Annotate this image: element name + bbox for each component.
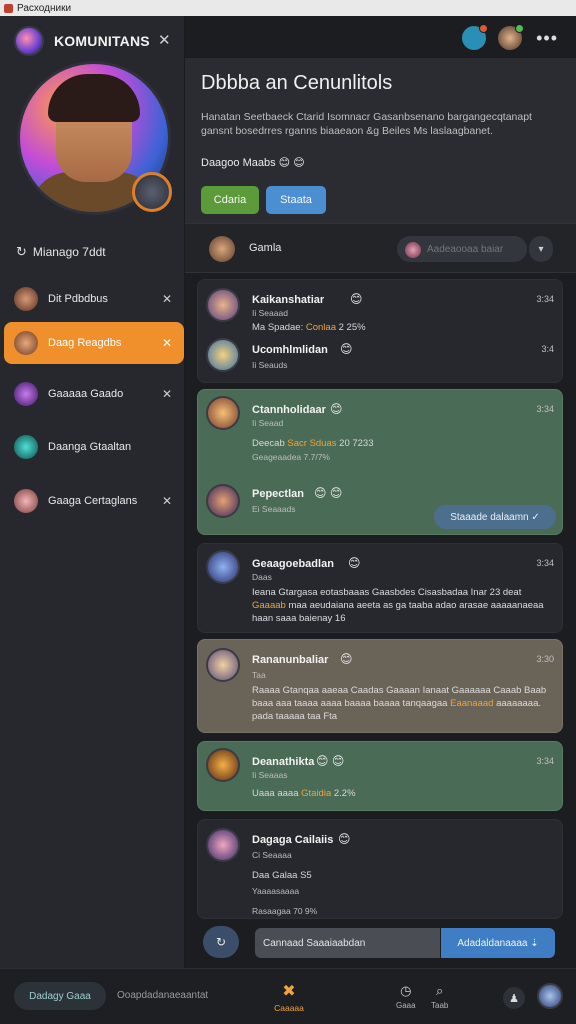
- emoji-icon: 😊: [330, 402, 343, 416]
- avatar: [14, 435, 38, 459]
- message-card: Deanathikta 😊 😊 3:34 Ii Seaaas Uaaa aaaa…: [197, 741, 563, 811]
- channel-avatar[interactable]: [209, 236, 235, 262]
- sidebar-item-5[interactable]: Gaaga Certaglans ✕: [4, 480, 184, 522]
- sidebar-header: KOMUNITANS ✕: [0, 24, 185, 56]
- window-title: Расходники: [17, 2, 72, 14]
- window-titlebar: Расходники: [0, 0, 576, 16]
- message-input[interactable]: [255, 928, 440, 958]
- tools-icon: ✖: [282, 983, 296, 1000]
- community-avatar[interactable]: [14, 26, 44, 56]
- community-status: Daagoo Maabs 😊 😊: [201, 157, 305, 169]
- sidebar: KOMUNITANS ✕ ↻ Mianago 7ddt Dit Pdbdbus …: [0, 16, 185, 968]
- search-avatar: [405, 242, 421, 258]
- emoji-icon: 😊: [340, 652, 353, 666]
- search-icon: ⌕: [436, 983, 444, 998]
- message-card: Ctannholidaar 😊 3:34 Ii Seaad Deecab Sac…: [197, 389, 563, 535]
- close-icon[interactable]: ✕: [158, 31, 171, 49]
- avatar: [14, 331, 38, 355]
- message-card: Rananunbaliar 😊 3:30 Taa Raaaa Gtanqaa a…: [197, 639, 563, 733]
- more-icon[interactable]: •••: [534, 28, 560, 49]
- emoji-icon: 😊: [340, 342, 353, 356]
- avatar: [14, 287, 38, 311]
- hero-badge-avatar[interactable]: [132, 172, 172, 212]
- message-feed: Kaikanshatiar 😊 3:34 Ii Seaaad Ma Spadae…: [185, 273, 576, 968]
- sidebar-title: KOMUNITANS: [54, 33, 150, 49]
- secondary-button[interactable]: Staata: [266, 186, 326, 214]
- home-tab[interactable]: ✖ Caaaaa: [267, 981, 311, 1013]
- community-header: Dbbba an Cenunlitols Hanatan Seetbaeck C…: [185, 58, 576, 223]
- tab-activity[interactable]: ◷ Gaaa: [396, 983, 416, 1010]
- check-icon: ✓: [531, 511, 540, 523]
- bottom-bar: Dadagy Gaaa Ooapdadanaeaantat ✖ Caaaaa ◷…: [0, 968, 576, 1024]
- profile-icon[interactable]: ♟: [503, 987, 525, 1009]
- close-icon[interactable]: ✕: [162, 292, 172, 306]
- bottom-pill-button[interactable]: Dadagy Gaaa: [14, 982, 106, 1010]
- tab-search[interactable]: ⌕ Taab: [431, 983, 448, 1010]
- emoji-icon: 😊: [338, 832, 351, 846]
- avatar[interactable]: [206, 338, 240, 372]
- channel-name: Gamla: [249, 242, 282, 254]
- top-actions: •••: [462, 24, 560, 50]
- sidebar-item-3[interactable]: Gaaaaa Gaado ✕: [4, 373, 184, 415]
- page-title: Dbbba an Cenunlitols: [201, 72, 393, 94]
- emoji-icon: 😊: [350, 292, 363, 306]
- sidebar-section-label: ↻ Mianago 7ddt: [16, 244, 106, 259]
- avatar[interactable]: [206, 550, 240, 584]
- message-card: Dagaga Cailaiis 😊 Ci Seaaaa Daa Galaa S5…: [197, 819, 563, 919]
- avatar[interactable]: [206, 288, 240, 322]
- emoji-icon: 😊: [348, 556, 361, 570]
- avatar: [14, 382, 38, 406]
- close-icon[interactable]: ✕: [162, 336, 172, 350]
- send-icon: ⇣: [530, 937, 539, 949]
- notification-icon[interactable]: [462, 24, 489, 50]
- primary-button[interactable]: Cdaria: [201, 186, 259, 214]
- emoji-icon: 😊 😊: [314, 486, 343, 500]
- user-avatar[interactable]: [498, 24, 525, 50]
- clock-icon: ◷: [400, 983, 412, 998]
- avatar[interactable]: [537, 983, 563, 1009]
- avatar[interactable]: [206, 748, 240, 782]
- sidebar-item-2[interactable]: Daag Reagdbs ✕: [4, 322, 184, 364]
- avatar[interactable]: [206, 484, 240, 518]
- channel-bar: Gamla ▾: [185, 223, 576, 273]
- message-card: Kaikanshatiar 😊 3:34 Ii Seaaad Ma Spadae…: [197, 279, 563, 383]
- bottom-bar-text: Ooapdadanaeaantat: [117, 990, 209, 1001]
- sidebar-item-1[interactable]: Dit Pdbdbus ✕: [4, 278, 184, 320]
- refresh-icon: ↻: [16, 244, 27, 259]
- avatar: [14, 489, 38, 513]
- community-description: Hanatan Seetbaeck Ctarid Isomnacr Gasanb…: [201, 111, 532, 137]
- avatar[interactable]: [206, 396, 240, 430]
- sidebar-item-4[interactable]: Daanga Gtaaltan: [4, 426, 184, 468]
- chevron-down-icon[interactable]: ▾: [529, 236, 553, 262]
- close-icon[interactable]: ✕: [162, 494, 172, 508]
- close-icon[interactable]: ✕: [162, 387, 172, 401]
- smile-emoji-icon: 😊 😊: [278, 157, 305, 169]
- app-icon: [4, 3, 13, 13]
- attach-button[interactable]: ↻: [203, 926, 239, 958]
- avatar[interactable]: [206, 648, 240, 682]
- avatar[interactable]: [206, 828, 240, 862]
- emoji-icon: 😊 😊: [316, 754, 345, 768]
- message-card: Geaagoebadlan 😊 3:34 Daas Ieana Gtargasa…: [197, 543, 563, 633]
- message-action-button[interactable]: Staaade dalaamn ✓: [434, 505, 556, 529]
- send-button[interactable]: Adadaldanaaaa ⇣: [441, 928, 555, 958]
